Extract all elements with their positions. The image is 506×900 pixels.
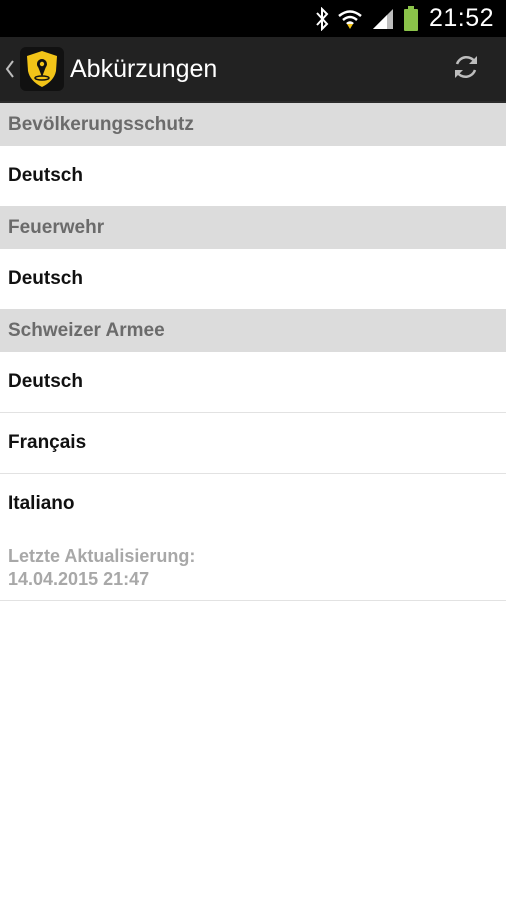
- page-title: Abkürzungen: [70, 54, 218, 83]
- signal-icon: [371, 7, 395, 31]
- last-update-value: 14.04.2015 21:47: [8, 569, 150, 589]
- chevron-left-icon: [4, 57, 18, 81]
- section-header-feuerwehr: Feuerwehr: [0, 206, 506, 249]
- section-header-bevoelkerungsschutz: Bevölkerungsschutz: [0, 103, 506, 146]
- shield-location-icon: [20, 47, 64, 91]
- action-bar: Abkürzungen: [0, 37, 506, 101]
- list-item-armee-francais[interactable]: Français: [0, 413, 506, 474]
- abbreviation-list: Bevölkerungsschutz Deutsch Feuerwehr Deu…: [0, 103, 506, 601]
- list-item-feuerwehr-deutsch[interactable]: Deutsch: [0, 249, 506, 309]
- list-item-bevoelkerungsschutz-deutsch[interactable]: Deutsch: [0, 146, 506, 206]
- refresh-button[interactable]: [446, 49, 486, 89]
- refresh-icon: [450, 51, 482, 88]
- section-header-schweizer-armee: Schweizer Armee: [0, 309, 506, 352]
- up-navigation-button[interactable]: Abkürzungen: [0, 37, 217, 101]
- status-bar: 21:52: [0, 0, 506, 37]
- list-item-armee-deutsch[interactable]: Deutsch: [0, 352, 506, 413]
- list-item-armee-italiano[interactable]: Italiano: [0, 474, 506, 534]
- last-update-note: Letzte Aktualisierung: 14.04.2015 21:47: [0, 534, 506, 601]
- status-time: 21:52: [428, 4, 494, 32]
- bluetooth-icon: [315, 6, 329, 31]
- last-update-label: Letzte Aktualisierung:: [8, 546, 196, 566]
- wifi-icon: [337, 7, 363, 31]
- battery-icon: [403, 5, 419, 32]
